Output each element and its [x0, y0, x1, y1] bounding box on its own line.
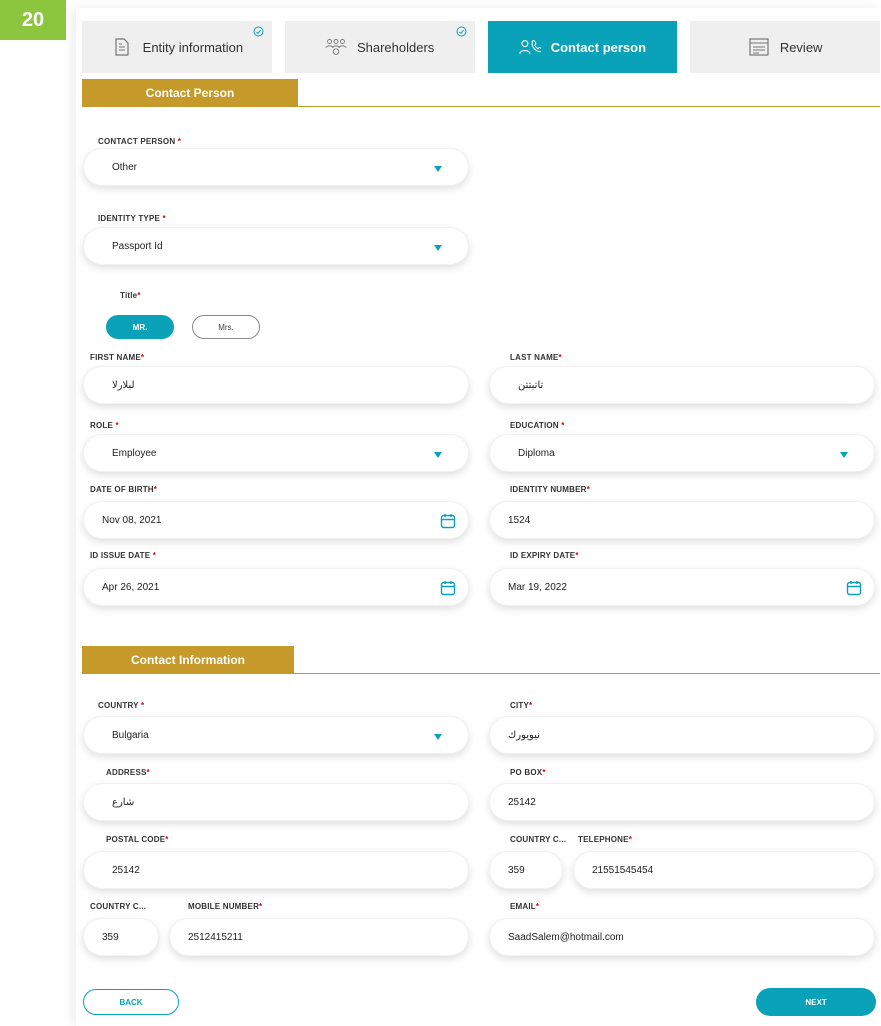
po-box-input[interactable]: 25142: [489, 783, 875, 821]
role-label: ROLE *: [90, 421, 119, 430]
telephone-input[interactable]: 21551545454: [573, 851, 875, 889]
title-mrs-button[interactable]: Mrs.: [192, 315, 260, 339]
education-select[interactable]: Diploma: [489, 434, 875, 472]
people-group-icon: [325, 36, 347, 58]
review-icon: [748, 36, 770, 58]
mobile-number-input[interactable]: 2512415211: [169, 918, 469, 956]
section-title: Contact Information: [82, 646, 294, 674]
identity-number-label: IDENTITY NUMBER*: [510, 485, 590, 494]
city-input[interactable]: نيويورك: [489, 716, 875, 754]
calendar-icon[interactable]: [846, 580, 862, 596]
dropdown-arrow-icon: [840, 452, 848, 458]
tab-review[interactable]: Review: [690, 21, 880, 73]
tab-entity-information[interactable]: Entity information: [82, 21, 272, 73]
tab-label: Entity information: [142, 39, 244, 55]
postal-code-label: POSTAL CODE*: [106, 835, 169, 844]
step-badge: 20: [0, 0, 66, 40]
first-name-input[interactable]: لبلارلا: [83, 366, 469, 404]
education-label: EDUCATION *: [510, 421, 565, 430]
tab-label: Review: [779, 39, 823, 55]
role-select[interactable]: Employee: [83, 434, 469, 472]
wizard-tabs: Entity information Shareholders Contact …: [82, 21, 880, 73]
dropdown-arrow-icon: [434, 245, 442, 251]
tel-country-code-input[interactable]: 359: [489, 851, 563, 889]
contact-person-label: CONTACT PERSON *: [98, 137, 182, 146]
postal-code-input[interactable]: 25142: [83, 851, 469, 889]
id-issue-date-input[interactable]: Apr 26, 2021: [83, 568, 469, 606]
form-page: Entity information Shareholders Contact …: [76, 8, 881, 1026]
identity-type-label: IDENTITY TYPE *: [98, 214, 166, 223]
id-issue-date-label: ID ISSUE DATE *: [90, 551, 157, 560]
document-icon: [111, 36, 133, 58]
section-header-contact-person: Contact Person: [82, 79, 880, 107]
date-of-birth-input[interactable]: Nov 08, 2021: [83, 501, 469, 539]
po-box-label: PO BOX*: [510, 768, 546, 777]
dropdown-arrow-icon: [434, 452, 442, 458]
next-button[interactable]: NEXT: [756, 988, 876, 1016]
mobile-number-label: MOBILE NUMBER*: [188, 902, 263, 911]
tab-contact-person[interactable]: Contact person: [487, 21, 678, 73]
calendar-icon[interactable]: [440, 580, 456, 596]
email-label: EMAIL*: [510, 902, 540, 911]
id-expiry-date-input[interactable]: Mar 19, 2022: [489, 568, 875, 606]
dropdown-arrow-icon: [434, 734, 442, 740]
first-name-label: FIRST NAME*: [90, 353, 145, 362]
title-label: Title*: [120, 291, 141, 300]
last-name-label: LAST NAME*: [510, 353, 562, 362]
mob-country-code-label: COUNTRY C...: [90, 902, 147, 911]
dropdown-arrow-icon: [434, 166, 442, 172]
city-label: CITY*: [510, 701, 533, 710]
telephone-label: TELEPHONE*: [578, 835, 633, 844]
address-input[interactable]: شارع: [83, 783, 469, 821]
tel-country-code-label: COUNTRY C...: [510, 835, 567, 844]
last-name-input[interactable]: تاتبتتن: [489, 366, 875, 404]
country-select[interactable]: Bulgaria: [83, 716, 469, 754]
tab-shareholders[interactable]: Shareholders: [284, 21, 475, 73]
email-input[interactable]: SaadSalem@hotmail.com: [489, 918, 875, 956]
country-label: COUNTRY *: [98, 701, 145, 710]
date-of-birth-label: DATE OF BIRTH*: [90, 485, 158, 494]
identity-type-select[interactable]: Passport Id: [83, 227, 469, 265]
section-header-contact-information: Contact Information: [82, 646, 880, 674]
back-button[interactable]: BACK: [83, 989, 179, 1015]
mob-country-code-input[interactable]: 359: [83, 918, 159, 956]
calendar-icon[interactable]: [440, 513, 456, 529]
check-circle-icon: [456, 25, 467, 37]
title-mr-button[interactable]: MR.: [106, 315, 174, 339]
section-title: Contact Person: [82, 79, 298, 107]
tab-label: Shareholders: [356, 39, 435, 55]
tab-label: Contact person: [550, 39, 647, 55]
contact-phone-icon: [518, 36, 541, 58]
contact-person-select[interactable]: Other: [83, 148, 469, 186]
check-circle-icon: [253, 25, 264, 37]
identity-number-input[interactable]: 1524: [489, 501, 875, 539]
address-label: ADDRESS*: [106, 768, 150, 777]
id-expiry-date-label: ID EXPIRY DATE*: [510, 551, 579, 560]
